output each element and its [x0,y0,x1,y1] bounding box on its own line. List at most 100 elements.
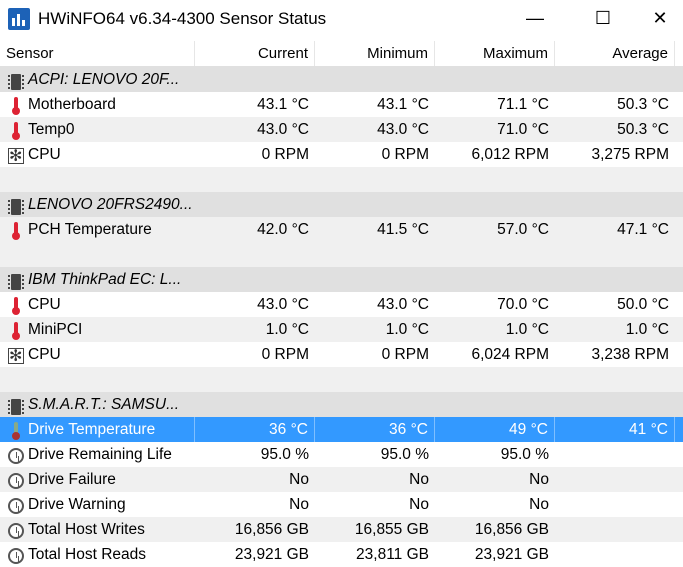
minimum-value [315,192,435,217]
average-value [555,542,675,567]
average-value [555,192,675,217]
sensor-row[interactable]: CPU 43.0 °C 43.0 °C 70.0 °C 50.0 °C [0,292,683,317]
sensor-name: ACPI: LENOVO 20F... [28,71,180,88]
minimum-value: 23,811 GB [356,546,429,563]
current-value: 1.0 °C [265,321,309,338]
column-header-average[interactable]: Average [555,41,675,66]
column-header-minimum[interactable]: Minimum [315,41,435,66]
maximum-value: 70.0 °C [497,296,549,313]
minimum-value: 36 °C [315,417,435,442]
sensor-name: MiniPCI [28,321,83,338]
close-button[interactable]: ✕ [637,0,683,36]
maximum-value [435,192,555,217]
maximum-value: No [529,496,549,513]
current-value [195,67,315,92]
sensor-group-row[interactable]: LENOVO 20FRS2490... [0,192,683,217]
average-value: 3,238 RPM [591,346,669,363]
average-value [555,442,675,467]
current-value [195,392,315,417]
minimum-value: 43.1 °C [377,96,429,113]
average-value: 50.3 °C [617,96,669,113]
sensor-name: CPU [28,346,61,363]
maximum-value [435,267,555,292]
sensor-group-row[interactable]: IBM ThinkPad EC: L... [0,267,683,292]
current-value: 0 RPM [261,346,309,363]
maximum-value: 6,024 RPM [471,346,549,363]
column-header-current[interactable]: Current [195,41,315,66]
minimum-value [315,392,435,417]
average-value [555,467,675,492]
minimum-value: 43.0 °C [377,296,429,313]
current-value: 43.0 °C [257,296,309,313]
average-value [555,67,675,92]
sensor-name: LENOVO 20FRS2490... [28,196,193,213]
maximum-value: No [529,471,549,488]
sensor-group-row[interactable]: S.M.A.R.T.: SAMSU... [0,392,683,417]
average-value [555,392,675,417]
sensor-row[interactable]: CPU 0 RPM 0 RPM 6,024 RPM 3,238 RPM [0,342,683,367]
sensor-row[interactable]: Total Host Writes 16,856 GB 16,855 GB 16,85… [0,517,683,542]
average-value: 50.3 °C [617,121,669,138]
hwinfo-app-icon [8,8,30,30]
maximum-value: 95.0 % [500,446,549,463]
sensor-row[interactable]: Temp0 43.0 °C 43.0 °C 71.0 °C 50.3 °C [0,117,683,142]
average-value [555,517,675,542]
sensor-row[interactable]: Motherboard 43.1 °C 43.1 °C 71.1 °C 50.3 °C [0,92,683,117]
sensor-row[interactable]: CPU 0 RPM 0 RPM 6,012 RPM 3,275 RPM [0,142,683,167]
sensor-name: CPU [28,296,61,313]
sensor-row[interactable]: MiniPCI 1.0 °C 1.0 °C 1.0 °C 1.0 °C [0,317,683,342]
maximize-button[interactable]: ☐ [580,0,626,36]
sensor-table: Sensor Current Minimum Maximum Average A… [0,41,683,567]
sensor-name: Temp0 [28,121,75,138]
sensor-row[interactable]: Drive Failure No No No [0,467,683,492]
average-value: 47.1 °C [617,221,669,238]
sensor-row[interactable]: Total Host Reads 23,921 GB 23,811 GB 23,921… [0,542,683,567]
maximum-value: 1.0 °C [505,321,549,338]
maximum-value [435,67,555,92]
sensor-name: Drive Failure [28,471,116,488]
current-value [195,192,315,217]
sensor-name: S.M.A.R.T.: SAMSU... [28,396,180,413]
sensor-name: Drive Temperature [0,417,195,442]
minimum-value [315,67,435,92]
current-value: No [289,496,309,513]
minimum-value: No [409,471,429,488]
minimum-value: 16,855 GB [354,521,429,538]
minimum-value: 0 RPM [381,146,429,163]
minimize-button[interactable]: — [512,0,558,36]
sensor-row[interactable]: Drive Temperature 36 °C 36 °C 49 °C 41 °C [0,417,683,442]
sensor-name: Total Host Reads [28,546,147,563]
current-value: 43.1 °C [257,96,309,113]
sensor-name: Drive Remaining Life [28,446,172,463]
sensor-row[interactable]: Drive Warning No No No [0,492,683,517]
maximum-value [435,392,555,417]
maximum-value: 49 °C [435,417,555,442]
minimum-value: 0 RPM [381,346,429,363]
column-header-sensor[interactable]: Sensor [0,41,195,66]
maximum-value: 6,012 RPM [471,146,549,163]
average-value: 41 °C [555,417,675,442]
maximum-value: 71.1 °C [497,96,549,113]
maximum-value: 23,921 GB [474,546,549,563]
average-value: 50.0 °C [617,296,669,313]
current-value [195,267,315,292]
minimum-value [315,267,435,292]
column-header-maximum[interactable]: Maximum [435,41,555,66]
table-header: Sensor Current Minimum Maximum Average [0,41,683,67]
average-value: 1.0 °C [625,321,669,338]
sensor-row[interactable]: Drive Remaining Life 95.0 % 95.0 % 95.0 % [0,442,683,467]
sensor-group-row[interactable]: ACPI: LENOVO 20F... [0,67,683,92]
minimum-value: No [409,496,429,513]
minimum-value: 43.0 °C [377,121,429,138]
minimum-value: 1.0 °C [385,321,429,338]
maximum-value: 16,856 GB [474,521,549,538]
window-title: HWiNFO64 v6.34-4300 Sensor Status [38,9,327,28]
sensor-row[interactable]: PCH Temperature 42.0 °C 41.5 °C 57.0 °C 47.1… [0,217,683,242]
minimum-value: 95.0 % [380,446,429,463]
table-body: ACPI: LENOVO 20F... Motherboard 43.1 °C 43.… [0,67,683,567]
current-value: 0 RPM [261,146,309,163]
title-bar: HWiNFO64 v6.34-4300 Sensor Status — ☐ ✕ [0,0,683,38]
current-value: 23,921 GB [234,546,309,563]
sensor-name: PCH Temperature [28,221,152,238]
sensor-name: Drive Warning [28,496,126,513]
